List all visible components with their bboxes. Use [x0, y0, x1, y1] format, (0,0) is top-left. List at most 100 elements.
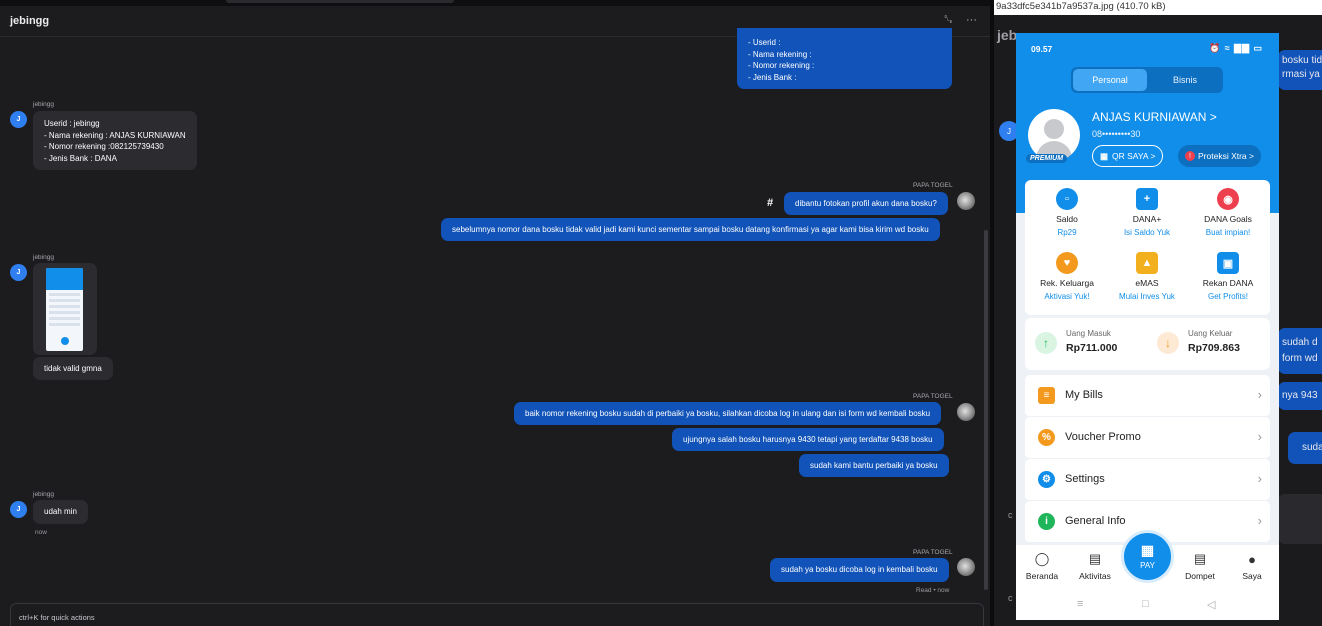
hash-icon: #: [767, 197, 774, 209]
form-line: - Nomor rekening :: [748, 61, 815, 70]
feature-title: Rek. Keluarga: [1040, 278, 1094, 288]
feature-subtitle: Rp29: [1057, 228, 1077, 237]
message-input-box[interactable]: [10, 603, 984, 626]
sender-name: PAPA TOGEL: [913, 182, 953, 189]
status-icons: ⏰ ≈ ▇▇ ▭: [1209, 43, 1263, 53]
menu-settings[interactable]: ⚙ Settings ›: [1025, 459, 1270, 501]
tab-bisnis[interactable]: Bisnis: [1149, 69, 1221, 91]
gold-icon: ▲: [1136, 252, 1158, 274]
sender-name: PAPA TOGEL: [913, 549, 953, 556]
chat-message: baik nomor rekening bosku sudah di perba…: [514, 402, 942, 425]
tab-personal[interactable]: Personal: [1073, 69, 1147, 91]
wallet-icon: ▤: [1193, 551, 1207, 566]
feature-subtitle: Mulai Inves Yuk: [1119, 292, 1175, 301]
message-line: - Jenis Bank : DANA: [44, 153, 117, 163]
pay-button[interactable]: ▦ PAY: [1121, 530, 1174, 583]
message-line: - Nama rekening : ANJAS KURNIAWAN: [44, 130, 186, 140]
feature-title: eMAS: [1135, 278, 1159, 288]
gear-icon: ⚙: [1038, 471, 1055, 488]
profile-name[interactable]: ANJAS KURNIAWAN >: [1092, 110, 1217, 124]
feature-dana-plus[interactable]: + DANA+ Isi Saldo Yuk: [1107, 188, 1187, 237]
feature-rekan-dana[interactable]: ▣ Rekan DANA Get Profits!: [1188, 252, 1268, 301]
menu-icon[interactable]: ≡: [1077, 598, 1083, 610]
arrow-down-icon: ↓: [1157, 332, 1179, 354]
uang-keluar-label: Uang Keluar: [1188, 329, 1233, 338]
activity-icon: ▤: [1088, 551, 1102, 566]
message-timestamp: now: [35, 529, 47, 536]
chat-message-form-template: - Userid : - Nama rekening : - Nomor rek…: [737, 28, 952, 89]
menu-label: Settings: [1065, 473, 1105, 485]
image-attachment[interactable]: [33, 263, 97, 355]
nav-dompet[interactable]: ▤ Dompet: [1174, 545, 1226, 581]
nav-saya[interactable]: ● Saya: [1226, 545, 1278, 582]
menu-list: ≡ My Bills › % Voucher Promo › ⚙ Setting…: [1025, 375, 1270, 543]
sender-name: jebingg: [33, 254, 54, 261]
background-message-line: rmasi ya: [1282, 69, 1320, 80]
background-message: bosku tida rmasi ya: [1278, 50, 1322, 90]
back-icon[interactable]: ◁: [1207, 598, 1215, 611]
uang-masuk-label: Uang Masuk: [1066, 329, 1111, 338]
qr-label: QR SAYA >: [1112, 151, 1156, 161]
feature-emas[interactable]: ▲ eMAS Mulai Inves Yuk: [1107, 252, 1187, 301]
avatar[interactable]: J: [10, 111, 27, 128]
avatar[interactable]: J: [10, 501, 27, 518]
proteksi-label: Proteksi Xtra >: [1198, 151, 1254, 161]
premium-badge: PREMIUM: [1026, 154, 1068, 163]
features-card: ▫ Saldo Rp29 + DANA+ Isi Saldo Yuk ◉ DAN…: [1025, 180, 1270, 315]
link-icon[interactable]: ␐: [944, 14, 953, 27]
feature-subtitle: Isi Saldo Yuk: [1123, 228, 1171, 237]
user-icon: ●: [1248, 551, 1256, 567]
bill-icon: ≡: [1038, 387, 1055, 404]
sender-name: PAPA TOGEL: [913, 393, 953, 400]
alert-icon: !: [1185, 151, 1195, 161]
form-line: - Userid :: [748, 38, 781, 47]
voucher-icon: %: [1038, 429, 1055, 446]
background-input: [1278, 494, 1322, 544]
menu-voucher-promo[interactable]: % Voucher Promo ›: [1025, 417, 1270, 459]
nav-aktivitas[interactable]: ▤ Aktivitas: [1069, 545, 1121, 581]
background-message-line: bosku tida: [1282, 55, 1322, 66]
target-icon: ◉: [1217, 188, 1239, 210]
info-icon: i: [1038, 513, 1055, 530]
feature-saldo[interactable]: ▫ Saldo Rp29: [1027, 188, 1107, 237]
form-line: - Nama rekening :: [748, 49, 812, 59]
chat-message: sudah ya bosku dicoba log in kembali bos…: [770, 558, 949, 582]
message-input[interactable]: [19, 613, 619, 622]
form-line: - Jenis Bank :: [748, 72, 797, 82]
uang-keluar-value: Rp709.863: [1188, 342, 1240, 354]
menu-label: Voucher Promo: [1065, 431, 1141, 443]
plus-icon: +: [1136, 188, 1158, 210]
nav-label: Dompet: [1185, 571, 1215, 581]
avatar[interactable]: [957, 558, 975, 576]
background-message: nya 943: [1278, 382, 1322, 410]
menu-label: My Bills: [1065, 389, 1103, 401]
menu-my-bills[interactable]: ≡ My Bills ›: [1025, 375, 1270, 417]
account-type-toggle[interactable]: Personal Bisnis: [1071, 67, 1223, 93]
proteksi-xtra-button[interactable]: ! Proteksi Xtra >: [1178, 145, 1261, 167]
avatar[interactable]: J: [10, 264, 27, 281]
home-icon: ◯: [1034, 551, 1050, 566]
chevron-right-icon: ›: [1257, 387, 1262, 402]
home-square-icon[interactable]: □: [1142, 598, 1149, 610]
chevron-right-icon: ›: [1257, 429, 1262, 444]
feature-title: DANA Goals: [1204, 214, 1252, 224]
feature-dana-goals[interactable]: ◉ DANA Goals Buat impian!: [1188, 188, 1268, 237]
cashflow-card: ↑ Uang Masuk Rp711.000 ↓ Uang Keluar Rp7…: [1025, 318, 1270, 370]
more-icon[interactable]: ···: [966, 14, 977, 26]
screen: jebingg ␐ ··· - Userid : - Nama rekening…: [0, 0, 1322, 626]
nav-beranda[interactable]: ◯ Beranda: [1016, 545, 1068, 581]
feature-subtitle: Buat impian!: [1205, 228, 1251, 237]
avatar[interactable]: [957, 192, 975, 210]
dana-app-screenshot: 09.57 ⏰ ≈ ▇▇ ▭ Personal Bisnis PREMIUM A…: [1016, 33, 1279, 620]
feature-title: DANA+: [1132, 214, 1162, 224]
qr-saya-button[interactable]: ▦ QR SAYA >: [1092, 145, 1164, 167]
avatar[interactable]: [957, 403, 975, 421]
chat-message: sudah kami bantu perbaiki ya bosku: [799, 454, 949, 477]
chat-message: sebelumnya nomor dana bosku tidak valid …: [441, 218, 940, 241]
message-line: - Nomor rekening :082125739430: [44, 142, 164, 151]
uang-masuk-value: Rp711.000: [1066, 342, 1118, 354]
chat-title: jebingg: [10, 15, 50, 27]
feature-rek-keluarga[interactable]: ♥ Rek. Keluarga Aktivasi Yuk!: [1027, 252, 1107, 301]
chat-message: dibantu fotokan profil akun dana bosku?: [784, 192, 948, 215]
scrollbar[interactable]: [984, 230, 988, 590]
